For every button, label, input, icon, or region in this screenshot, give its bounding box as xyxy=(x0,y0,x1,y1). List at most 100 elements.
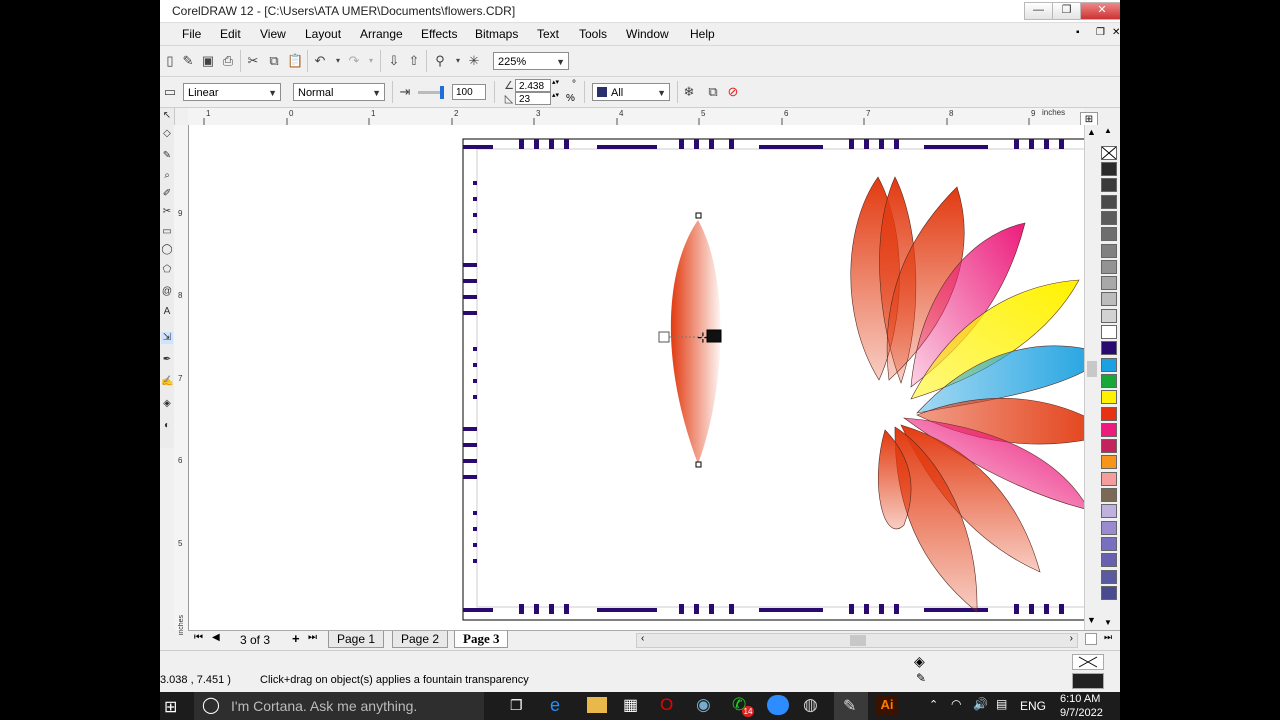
save-icon[interactable]: ▣ xyxy=(200,53,216,69)
windows-start-icon[interactable]: ⊞ xyxy=(164,697,177,717)
tab-page-2[interactable]: Page 2 xyxy=(392,631,449,648)
menu-edit[interactable]: Edit xyxy=(220,27,241,41)
add-page-icon[interactable]: + xyxy=(292,631,300,646)
outline-swatch[interactable] xyxy=(1072,673,1104,689)
menu-bitmaps[interactable]: Bitmaps xyxy=(475,27,518,41)
volume-icon[interactable]: 🔊 xyxy=(973,697,988,711)
navigator-icon[interactable] xyxy=(1085,633,1097,645)
clear-transparency-icon[interactable]: ⊘ xyxy=(725,84,741,100)
color-swatch[interactable] xyxy=(1101,210,1117,225)
task-view-icon[interactable]: ❐ xyxy=(510,697,523,714)
freeze-icon[interactable]: ❄ xyxy=(681,84,697,100)
scroll-down-icon[interactable]: ▼ xyxy=(1087,615,1096,625)
tab-page-1[interactable]: Page 1 xyxy=(328,631,385,648)
menu-effects[interactable]: Effects xyxy=(421,27,457,41)
color-swatch[interactable] xyxy=(1101,536,1117,551)
angle-spinner-icon[interactable]: ▴▾ xyxy=(552,78,559,86)
menu-tools[interactable]: Tools xyxy=(579,27,607,41)
cut-icon[interactable]: ✂ xyxy=(245,53,261,69)
ellipse-tool-icon[interactable]: ◯ xyxy=(161,244,173,256)
new-icon[interactable]: ▯ xyxy=(162,53,178,69)
export-icon[interactable]: ⇧ xyxy=(406,53,422,69)
cortana-search-box[interactable]: ◯ I'm Cortana. Ask me anything. xyxy=(194,692,484,720)
rectangle-tool-icon[interactable]: ▭ xyxy=(161,226,173,238)
color-swatch[interactable] xyxy=(1101,585,1117,600)
spiral-tool-icon[interactable]: @ xyxy=(161,286,173,298)
pick-tool-icon[interactable]: ↖ xyxy=(161,110,173,122)
horizontal-scrollbar[interactable]: ‹ › xyxy=(636,633,1078,648)
color-swatch[interactable] xyxy=(1101,569,1117,584)
print-icon[interactable]: ⎙ xyxy=(220,53,236,69)
text-tool-icon[interactable]: A xyxy=(161,306,173,318)
color-swatch[interactable] xyxy=(1101,194,1117,209)
first-page-icon[interactable]: ⏮ xyxy=(194,632,203,643)
transparency-target-combo[interactable]: All ▼ xyxy=(592,83,670,101)
color-swatch[interactable] xyxy=(1101,292,1117,307)
merge-mode-combo[interactable]: Normal ▼ xyxy=(293,83,385,101)
color-swatch[interactable] xyxy=(1101,178,1117,193)
polygon-tool-icon[interactable]: ⬠ xyxy=(161,264,173,276)
copy-icon[interactable]: ⧉ xyxy=(266,53,282,69)
minimize-button[interactable]: — xyxy=(1024,2,1053,20)
color-swatch[interactable] xyxy=(1101,341,1117,356)
copy-transparency-icon[interactable]: ⧉ xyxy=(705,84,721,100)
illustrator-icon[interactable]: Ai xyxy=(876,695,898,715)
doc-close-button[interactable]: ✕ xyxy=(1112,27,1120,38)
smart-fill-icon[interactable]: ✂ xyxy=(161,206,173,218)
file-explorer-icon[interactable] xyxy=(587,697,607,713)
palette-scroll-down-icon[interactable]: ▼ xyxy=(1104,618,1112,627)
clock-time[interactable]: 6:10 AM xyxy=(1060,693,1100,705)
angle-field[interactable]: 2.438 xyxy=(515,79,551,92)
color-swatch[interactable] xyxy=(1101,276,1117,291)
fill-swatch[interactable] xyxy=(1072,654,1104,670)
menu-arrange[interactable]: Arrange xyxy=(360,27,403,41)
scroll-left-icon[interactable]: ‹ xyxy=(641,633,644,644)
fill-tool-icon[interactable]: ◈ xyxy=(161,398,173,410)
color-swatch[interactable] xyxy=(1101,520,1117,535)
color-swatch[interactable] xyxy=(1101,455,1117,470)
edge-pad-spinner-icon[interactable]: ▴▾ xyxy=(552,91,559,99)
vertical-scrollbar[interactable]: ▲ ▼ xyxy=(1084,125,1099,630)
zoom-tool-icon[interactable]: ⌕ xyxy=(161,170,173,182)
color-swatch[interactable] xyxy=(1101,243,1117,258)
edge-icon[interactable]: e xyxy=(550,695,560,716)
notification-icon[interactable]: ▤ xyxy=(996,697,1007,711)
outline-tool-icon[interactable]: ✍ xyxy=(161,376,173,388)
doc-restore-button[interactable]: ❐ xyxy=(1096,27,1105,38)
undo-icon[interactable]: ↶ xyxy=(312,53,328,69)
opacity-slider-handle[interactable] xyxy=(440,86,444,99)
coreldraw-taskbar-button[interactable]: ✎ xyxy=(834,692,868,720)
color-swatch[interactable] xyxy=(1101,553,1117,568)
redo-dropdown-icon[interactable]: ▾ xyxy=(363,53,379,69)
menu-layout[interactable]: Layout xyxy=(305,27,341,41)
color-swatch[interactable] xyxy=(1101,439,1117,454)
maximize-button[interactable]: ❐ xyxy=(1052,2,1081,20)
vertical-ruler[interactable]: 9 8 7 6 5 inches xyxy=(174,125,189,635)
interactive-fill-tool-icon[interactable]: ◐ xyxy=(161,420,173,432)
color-swatch[interactable] xyxy=(1101,488,1117,502)
color-swatch[interactable] xyxy=(1101,504,1117,519)
scroll-thumb[interactable] xyxy=(1087,361,1097,377)
store-icon[interactable]: ▦ xyxy=(623,695,638,715)
color-swatch[interactable] xyxy=(1101,259,1117,274)
hscroll-thumb[interactable] xyxy=(850,635,866,646)
no-color-swatch[interactable] xyxy=(1101,146,1117,160)
color-swatch[interactable] xyxy=(1101,373,1117,388)
color-swatch[interactable] xyxy=(1101,406,1117,421)
knife-tool-icon[interactable]: ✎ xyxy=(161,150,173,162)
import-icon[interactable]: ⇩ xyxy=(386,53,402,69)
launcher-dropdown-icon[interactable]: ▾ xyxy=(450,53,466,69)
color-swatch[interactable] xyxy=(1101,390,1117,405)
page-nav-end-icon[interactable]: ⏭ xyxy=(1104,632,1112,643)
paste-icon[interactable]: 📋 xyxy=(287,53,303,69)
color-swatch[interactable] xyxy=(1101,325,1117,339)
menu-text[interactable]: Text xyxy=(537,27,559,41)
color-swatch[interactable] xyxy=(1101,422,1117,437)
prev-page-icon[interactable]: ◀ xyxy=(212,632,220,643)
color-swatch[interactable] xyxy=(1101,227,1117,242)
network-app-icon[interactable]: ◉ xyxy=(696,695,711,715)
menu-help[interactable]: Help xyxy=(690,27,715,41)
shape-tool-icon[interactable]: ◇ xyxy=(161,128,173,140)
horizontal-ruler[interactable]: 1 0 1 2 3 4 5 6 7 8 9 inches xyxy=(188,108,1084,126)
freehand-tool-icon[interactable]: ✐ xyxy=(161,188,173,200)
